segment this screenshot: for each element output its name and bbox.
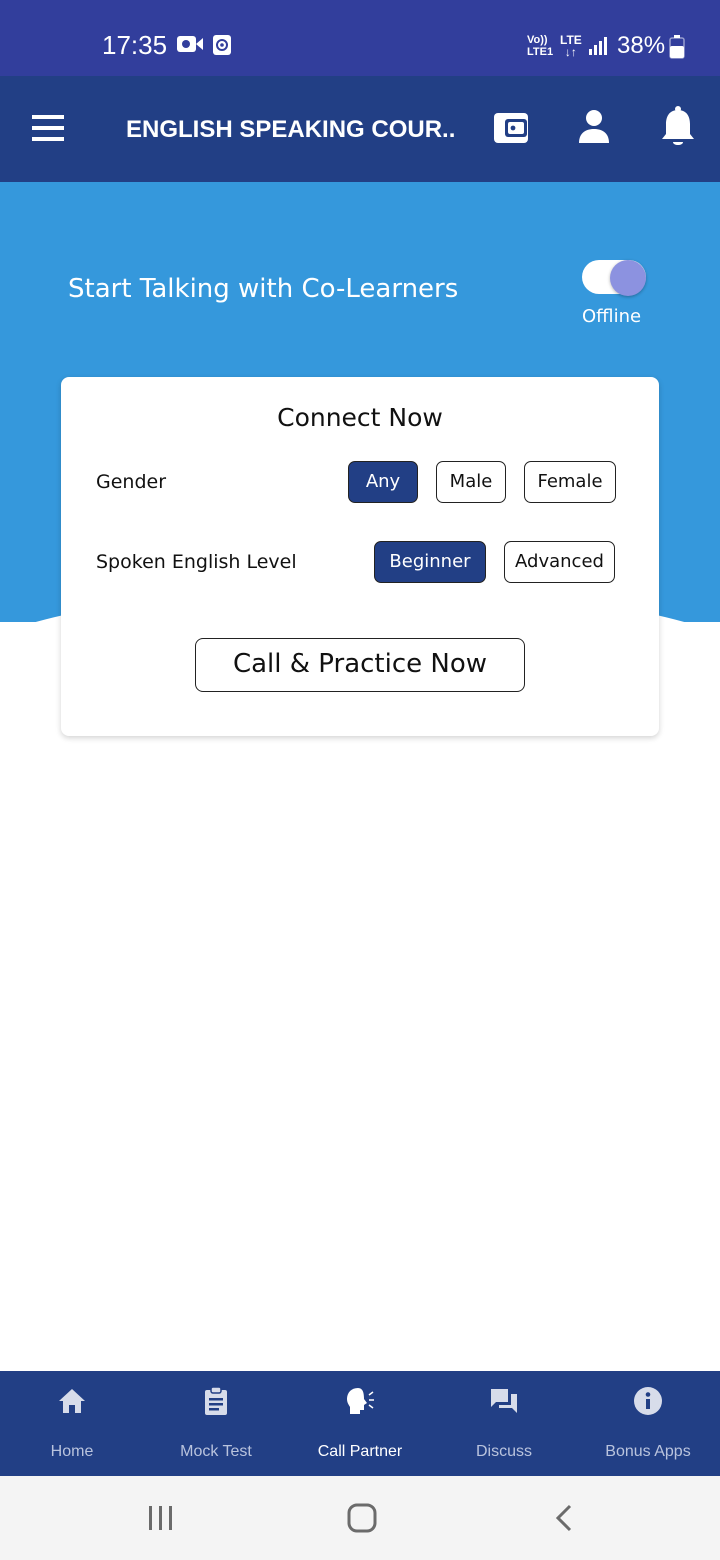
profile-icon[interactable] xyxy=(576,107,612,147)
bottom-navigation: Home Mock Test Call Partner Discuss Bonu… xyxy=(0,1371,720,1476)
nav-home[interactable]: Home xyxy=(0,1371,144,1476)
signal-strength-icon xyxy=(589,37,607,55)
clipboard-icon xyxy=(205,1386,227,1415)
toggle-knob xyxy=(610,260,646,296)
app-title: ENGLISH SPEAKING COUR... xyxy=(126,116,456,143)
app-bar: ENGLISH SPEAKING COUR... xyxy=(0,76,720,182)
notification-bell-icon[interactable] xyxy=(659,105,697,149)
lte-indicator: LTE ↓↑ xyxy=(560,34,582,58)
video-camera-icon xyxy=(177,36,203,52)
volte-line1: Vo)) xyxy=(527,34,548,46)
level-label: Spoken English Level xyxy=(96,551,297,573)
nav-discuss[interactable]: Discuss xyxy=(432,1371,576,1476)
nav-mock-test[interactable]: Mock Test xyxy=(144,1371,288,1476)
gender-label: Gender xyxy=(96,471,167,493)
volte-indicator: Vo)) LTE1 xyxy=(527,34,553,58)
battery-percentage: 38% xyxy=(617,32,666,59)
gender-any-button[interactable]: Any xyxy=(348,461,418,503)
nav-bonus-apps[interactable]: Bonus Apps xyxy=(576,1371,720,1476)
gender-female-button[interactable]: Female xyxy=(524,461,616,503)
nav-bonus-apps-label: Bonus Apps xyxy=(605,1443,691,1460)
status-time: 17:35 xyxy=(102,30,168,60)
speaking-head-icon xyxy=(347,1388,374,1414)
home-icon xyxy=(59,1389,85,1413)
lte-arrows: ↓↑ xyxy=(564,45,577,59)
level-advanced-button[interactable]: Advanced xyxy=(504,541,615,583)
online-status-label: Offline xyxy=(582,306,642,327)
home-button-icon[interactable] xyxy=(346,1502,378,1534)
info-icon xyxy=(634,1387,662,1415)
battery-icon xyxy=(669,35,685,59)
chat-icon xyxy=(491,1389,517,1413)
screen-recorder-icon xyxy=(213,35,231,55)
call-practice-button[interactable]: Call & Practice Now xyxy=(195,638,525,692)
hero-title: Start Talking with Co-Learners xyxy=(68,274,459,304)
nav-discuss-label: Discuss xyxy=(475,1443,532,1460)
wallet-icon[interactable] xyxy=(493,107,529,147)
nav-home-label: Home xyxy=(50,1443,94,1460)
nav-call-partner[interactable]: Call Partner xyxy=(288,1371,432,1476)
online-status-toggle[interactable] xyxy=(582,260,646,296)
level-beginner-button[interactable]: Beginner xyxy=(374,541,486,583)
hamburger-menu-icon[interactable] xyxy=(30,113,66,143)
volte-line2: LTE1 xyxy=(527,46,554,58)
card-title: Connect Now xyxy=(277,403,443,432)
recent-apps-icon[interactable] xyxy=(146,1504,176,1532)
back-icon[interactable] xyxy=(552,1502,576,1534)
status-bar: 17:35 Vo)) LTE1 LTE ↓↑ 38% xyxy=(0,0,720,76)
nav-mock-test-label: Mock Test xyxy=(180,1443,252,1460)
gender-male-button[interactable]: Male xyxy=(436,461,506,503)
connect-card: Connect Now Gender Any Male Female Spoke… xyxy=(61,377,659,736)
system-navigation-bar xyxy=(0,1476,720,1560)
nav-call-partner-label: Call Partner xyxy=(317,1443,403,1460)
